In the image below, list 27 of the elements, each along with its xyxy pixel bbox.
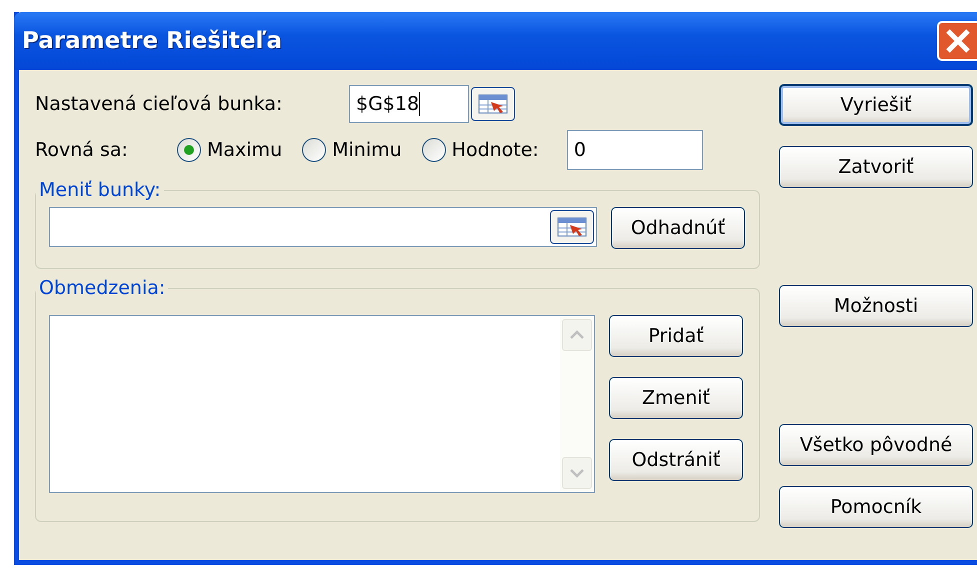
target-cell-label: Nastavená cieľová bunka: bbox=[35, 93, 284, 115]
window-title: Parametre Riešiteľa bbox=[22, 28, 282, 54]
dialog-button[interactable]: Zatvoriť bbox=[779, 146, 973, 188]
scroll-down-icon[interactable] bbox=[562, 457, 592, 489]
guess-button[interactable]: Odhadnúť bbox=[611, 207, 745, 249]
dialog-button[interactable]: Pomocník bbox=[779, 486, 973, 528]
equal-to-label: Rovná sa: bbox=[35, 139, 129, 161]
dialog-button[interactable]: Všetko pôvodné bbox=[779, 424, 973, 466]
scroll-up-icon[interactable] bbox=[562, 319, 592, 351]
scroll-bar[interactable] bbox=[560, 316, 594, 492]
close-icon bbox=[945, 28, 971, 54]
constraint-button[interactable]: Pridať bbox=[609, 315, 743, 357]
radio-option[interactable]: Maximu bbox=[177, 138, 282, 162]
group-title: Meniť bunky: bbox=[38, 179, 162, 201]
dialog-button[interactable]: Vyriešiť bbox=[779, 84, 973, 126]
target-cell-field[interactable]: $G$18 bbox=[349, 85, 469, 123]
radio-option[interactable]: Minimu bbox=[302, 138, 402, 162]
changing-cells-field[interactable] bbox=[49, 207, 597, 247]
value-field[interactable]: 0 bbox=[566, 130, 703, 170]
group-title: Obmedzenia: bbox=[38, 277, 166, 299]
collapse-dialog-button[interactable] bbox=[550, 210, 594, 244]
constraint-button[interactable]: Odstrániť bbox=[609, 439, 743, 481]
radio-option[interactable]: Hodnote: bbox=[422, 138, 539, 162]
close-button[interactable] bbox=[937, 21, 977, 61]
collapse-dialog-button[interactable] bbox=[471, 87, 515, 121]
dialog-button[interactable]: Možnosti bbox=[779, 285, 973, 327]
constraint-button[interactable]: Zmeniť bbox=[609, 377, 743, 419]
